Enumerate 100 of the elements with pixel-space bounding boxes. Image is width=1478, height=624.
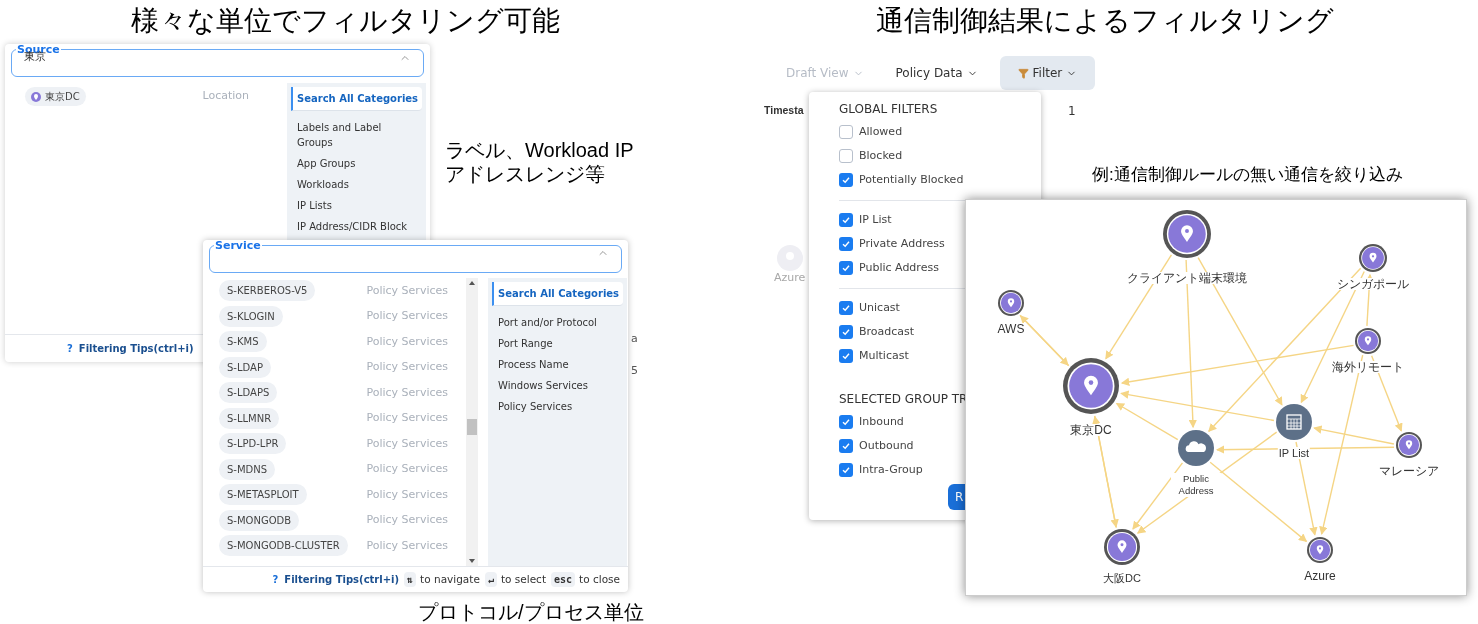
partial-text: a <box>631 331 638 347</box>
checkbox-label: Private Address <box>859 235 945 252</box>
result-tag[interactable]: S-MONGODB <box>219 509 300 531</box>
checkbox[interactable] <box>839 439 853 453</box>
partial-text: 1 <box>1068 103 1076 120</box>
category-item[interactable]: Search All Categories <box>291 87 422 111</box>
category-item[interactable]: Policy Services <box>492 396 623 417</box>
result-tag[interactable]: S-METASPLOIT <box>219 484 307 506</box>
checkbox[interactable] <box>839 349 853 363</box>
category-item[interactable]: IP Address/CIDR Block <box>291 216 422 237</box>
help-icon: ? <box>272 572 279 587</box>
result-tag[interactable]: S-LDAP <box>219 356 271 378</box>
result-category: Policy Services <box>366 537 448 554</box>
category-item[interactable]: IP Lists <box>291 195 422 216</box>
category-item[interactable]: Workloads <box>291 174 422 195</box>
location-pin-node[interactable] <box>998 290 1024 316</box>
location-pin-node[interactable] <box>1104 529 1140 565</box>
checkbox[interactable] <box>839 213 853 227</box>
result-category: Policy Services <box>366 359 448 375</box>
category-item[interactable]: Process Name <box>492 354 623 375</box>
help-icon: ? <box>67 341 73 356</box>
location-pin-node[interactable] <box>1396 432 1422 458</box>
check-icon <box>842 216 850 224</box>
checkbox-label: Inbound <box>859 413 904 430</box>
scroll-down-icon[interactable] <box>469 559 475 563</box>
location-pin-node[interactable] <box>1355 328 1381 354</box>
result-category: Policy Services <box>366 512 448 528</box>
category-item[interactable]: Search All Categories <box>492 282 623 306</box>
slide-title: 通信制御結果によるフィルタリング <box>875 4 1335 38</box>
hint-text: to navigate <box>420 571 480 587</box>
checkbox[interactable] <box>839 261 853 275</box>
filtering-tips-link[interactable]: Filtering Tips(ctrl+i) <box>284 572 400 587</box>
cloud-node[interactable] <box>1178 430 1214 466</box>
filter-button[interactable]: Filter <box>999 56 1096 90</box>
result-tag[interactable]: S-LLMNR <box>219 407 280 429</box>
scrollbar[interactable] <box>466 278 478 566</box>
checkbox-label: Outbound <box>859 437 914 454</box>
section-heading: GLOBAL FILTERS <box>839 101 939 118</box>
category-item[interactable]: Port and/or Protocol <box>492 312 623 333</box>
caption: ラベル、Workload IPアドレスレンジ等 <box>445 138 635 186</box>
hint-text: to select <box>500 571 546 587</box>
node-label: 大阪DC <box>1102 572 1142 584</box>
location-pin-node[interactable] <box>1063 358 1119 414</box>
result-tag[interactable]: S-MDNS <box>219 458 276 480</box>
checkbox[interactable] <box>839 301 853 315</box>
check-icon <box>842 240 850 248</box>
checkbox[interactable] <box>839 173 853 187</box>
scrollbar-thumb[interactable] <box>467 419 477 435</box>
result-tag[interactable]: S-KMS <box>219 331 267 353</box>
check-icon <box>842 466 850 474</box>
node-label: AWS <box>996 323 1026 335</box>
location-tag[interactable]: 東京DC <box>25 87 86 106</box>
filter-icon <box>1017 67 1029 79</box>
checkbox-label: Broadcast <box>859 323 915 340</box>
checkbox[interactable] <box>839 237 853 251</box>
checkbox[interactable] <box>839 325 853 339</box>
category-item[interactable]: Windows Services <box>492 375 623 396</box>
checkbox-label: Blocked <box>859 147 903 164</box>
field-label: Service <box>214 240 262 251</box>
checkbox[interactable] <box>839 463 853 477</box>
scroll-up-icon[interactable] <box>469 281 475 285</box>
check-icon <box>842 176 850 184</box>
tag-text: 東京DC <box>45 90 80 104</box>
apply-button[interactable]: R <box>948 484 965 510</box>
filtering-tips-link[interactable]: Filtering Tips(ctrl+i) <box>78 341 194 356</box>
check-icon <box>842 442 850 450</box>
checkbox-label: Public Address <box>859 259 939 276</box>
result-tag[interactable]: S-KLOGIN <box>219 305 283 327</box>
checkbox-label: Intra-Group <box>859 461 923 478</box>
node-label: IP List <box>1277 447 1311 459</box>
checkbox[interactable] <box>839 415 853 429</box>
checkbox[interactable] <box>839 149 853 163</box>
category-item[interactable]: App Groups <box>291 153 422 174</box>
result-tag[interactable]: S-LPD-LPR <box>219 433 287 455</box>
dropdown-button[interactable]: Policy Data <box>885 56 988 90</box>
checkbox-label: IP List <box>859 211 892 228</box>
category-item[interactable]: Port Range <box>492 333 623 354</box>
location-pin-node[interactable] <box>1359 244 1387 272</box>
node-label: 東京DC <box>1069 424 1113 436</box>
caption: プロトコル/プロセス単位 <box>418 600 644 624</box>
checkbox-label: Multicast <box>859 347 909 364</box>
caption: 例:通信制御ルールの無い通信を絞り込み <box>1092 164 1403 186</box>
location-pin-node[interactable] <box>1307 537 1333 563</box>
checkbox[interactable] <box>839 125 853 139</box>
search-field[interactable]: Service <box>209 240 622 273</box>
category-item[interactable]: Labels and Label Groups <box>291 117 422 153</box>
result-category: Policy Services <box>366 461 448 477</box>
result-category: Policy Services <box>366 333 448 350</box>
result-tag[interactable]: S-LDAPS <box>219 382 278 404</box>
result-tag[interactable]: S-MONGODB-CLUSTER <box>219 535 348 557</box>
check-icon <box>842 352 850 360</box>
result-tag[interactable]: S-KERBEROS-V5 <box>219 280 316 302</box>
location-pin-node[interactable] <box>1163 210 1211 258</box>
result-category: Location <box>202 88 249 105</box>
ip-list-node[interactable] <box>1276 404 1312 440</box>
check-icon <box>842 328 850 336</box>
check-icon <box>842 304 850 312</box>
key-hint: ⇅ <box>404 572 417 587</box>
search-field[interactable]: Source 東京 <box>11 44 424 77</box>
checkbox-label: Unicast <box>859 299 900 316</box>
